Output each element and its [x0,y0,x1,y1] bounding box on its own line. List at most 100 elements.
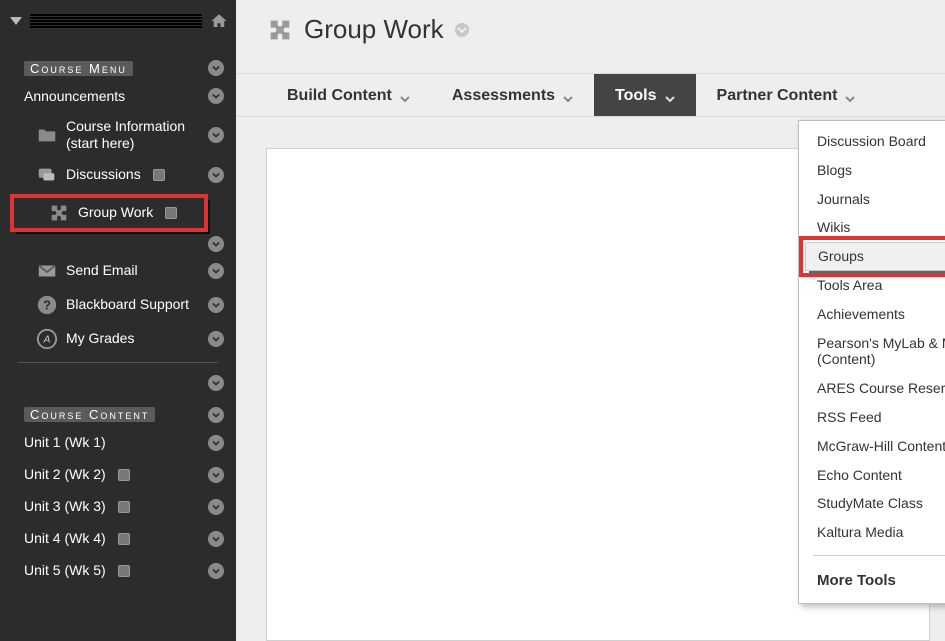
hidden-badge-icon [118,533,130,545]
sidebar-item-label: Announcements [24,88,125,105]
main: Group Work Build Content Assessments Too… [236,0,945,641]
actionbar-partner-content[interactable]: Partner Content [696,74,877,116]
chevron-down-icon [563,91,573,101]
sidebar-item-unit2[interactable]: Unit 2 (Wk 2) [0,459,236,491]
chevron-down-icon [845,91,855,101]
sidebar-item-unit5[interactable]: Unit 5 (Wk 5) [0,555,236,587]
chevron-down-icon [208,236,224,252]
group-work-expand[interactable] [0,234,236,254]
mail-icon [36,260,58,282]
hidden-badge-icon [118,469,130,481]
sidebar-item-label: Send Email [66,262,138,279]
chevron-down-icon[interactable] [208,60,224,76]
sidebar-item-label: Unit 4 (Wk 4) [24,530,106,547]
section-label: Course Content [24,407,155,422]
ab-label: Tools [615,87,656,105]
collapse-caret-icon[interactable] [10,17,22,25]
chevron-down-icon [208,331,224,347]
sidebar-item-unit3[interactable]: Unit 3 (Wk 3) [0,491,236,523]
tools-item-wikis[interactable]: Wikis [799,213,945,242]
svg-text:A: A [43,334,51,345]
chevron-down-icon [208,167,224,183]
hidden-badge-icon [118,501,130,513]
title-options-icon[interactable] [454,14,470,45]
chevron-down-icon [208,499,224,515]
tools-item-ares-course-reserves[interactable]: ARES Course Reserves [799,374,945,403]
sidebar-item-label: Blackboard Support [66,296,189,313]
divider [813,555,945,556]
actionbar-tools[interactable]: Tools [594,74,695,116]
sidebar-item-group-work[interactable]: Group Work [12,196,206,230]
divider-toggle[interactable] [0,369,236,397]
tools-item-mcgraw-hill-content[interactable]: McGraw-Hill Content [799,432,945,461]
sidebar-item-discussions[interactable]: Discussions [0,158,236,192]
puzzle-icon [266,16,294,44]
tools-item-studymate-class[interactable]: StudyMate Class [799,489,945,518]
actionbar: Build Content Assessments Tools Partner … [236,73,945,117]
sidebar-item-label: Discussions [66,166,141,183]
tools-item-journals[interactable]: Journals [799,185,945,214]
folder-icon [36,124,58,146]
sidebar-item-label: Course Information (start here) [66,118,208,152]
tools-more-label: More Tools [817,572,896,589]
sidebar-item-announcements[interactable]: Announcements [0,80,236,112]
sidebar-item-label: My Grades [66,330,134,347]
chevron-down-icon [400,91,410,101]
chevron-down-icon [208,467,224,483]
divider [18,362,218,363]
actionbar-build-content[interactable]: Build Content [266,74,431,116]
sidebar-item-blackboard-support[interactable]: ? Blackboard Support [0,288,236,322]
chevron-down-icon [208,263,224,279]
puzzle-icon [48,202,70,224]
chevron-down-icon [208,563,224,579]
chevron-down-icon [208,435,224,451]
home-icon[interactable] [210,12,228,30]
section-label: Course Menu [24,61,133,76]
tools-item-rss-feed[interactable]: RSS Feed [799,403,945,432]
help-icon: ? [36,294,58,316]
chevron-down-icon [208,127,224,143]
ab-label: Partner Content [717,87,838,105]
chevron-down-icon [208,375,224,391]
sidebar-item-label: Group Work [78,204,153,221]
tools-item-kaltura-media[interactable]: Kaltura Media [799,518,945,547]
hidden-badge-icon [153,169,165,181]
svg-text:?: ? [43,297,51,312]
tools-item-blogs[interactable]: Blogs [799,156,945,185]
tools-item-groups[interactable]: Groups [805,242,945,271]
chevron-down-icon [208,88,224,104]
chevron-down-icon [665,91,675,101]
discuss-icon [36,164,58,186]
ab-label: Build Content [287,87,392,105]
tools-item-achievements[interactable]: Achievements [799,300,945,329]
tools-item-echo-content[interactable]: Echo Content [799,461,945,490]
page-title: Group Work [236,0,945,73]
sidebar-item-send-email[interactable]: Send Email [0,254,236,288]
grades-icon: A [36,328,58,350]
tools-more[interactable]: More Tools [799,564,945,597]
sidebar-item-label: Unit 1 (Wk 1) [24,434,106,451]
sidebar-item-my-grades[interactable]: A My Grades [0,322,236,356]
chevron-down-icon[interactable] [208,407,224,423]
tools-item-discussion-board[interactable]: Discussion Board [799,127,945,156]
tools-dropdown: Discussion BoardBlogsJournalsWikisGroups… [798,120,945,604]
chevron-down-icon [208,531,224,547]
hidden-badge-icon [165,207,177,219]
chevron-down-icon [208,297,224,313]
tools-item-pearson-s-mylab-mastering-content[interactable]: Pearson's MyLab & Mastering (Content) [799,329,945,375]
section-header-course-menu: Course Menu [0,52,236,80]
sidebar: Course Menu Announcements Course Informa… [0,0,236,641]
sidebar-item-course-info[interactable]: Course Information (start here) [0,112,236,158]
sidebar-item-label: Unit 5 (Wk 5) [24,562,106,579]
actionbar-assessments[interactable]: Assessments [431,74,594,116]
hidden-badge-icon [118,565,130,577]
sidebar-top [0,6,236,36]
ab-label: Assessments [452,87,555,105]
sidebar-item-unit4[interactable]: Unit 4 (Wk 4) [0,523,236,555]
sidebar-item-label: Unit 3 (Wk 3) [24,498,106,515]
sidebar-item-unit1[interactable]: Unit 1 (Wk 1) [0,427,236,459]
page-title-text: Group Work [304,14,444,45]
course-title-redacted [30,13,202,29]
tools-item-tools-area[interactable]: Tools Area [799,271,945,300]
section-header-course-content: Course Content [0,399,236,427]
